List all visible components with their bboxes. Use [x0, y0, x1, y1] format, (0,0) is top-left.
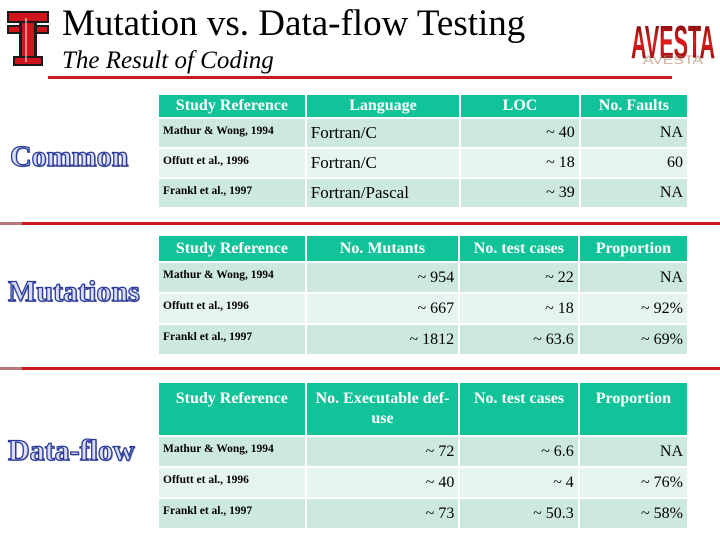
- test-cases-cell: ~ 63.6: [460, 325, 578, 354]
- test-cases-cell: ~ 6.6: [460, 437, 578, 466]
- page-title: Mutation vs. Data-flow Testing: [62, 3, 526, 44]
- study-reference: Frankl et al., 1997: [159, 325, 305, 354]
- study-reference: Frankl et al., 1997: [159, 499, 305, 528]
- test-cases-cell: ~ 4: [460, 468, 578, 497]
- table-header-row: Study Reference No. Executable def-use N…: [159, 383, 687, 435]
- language-cell: Fortran/Pascal: [306, 179, 460, 207]
- table-row: Frankl et al., 1997 ~ 73 ~ 50.3 ~ 58%: [159, 499, 687, 528]
- study-reference: Frankl et al., 1997: [159, 179, 305, 207]
- faults-cell: NA: [580, 179, 687, 207]
- section-label-dataflow: Data-flow: [7, 433, 135, 467]
- column-header: LOC: [461, 95, 579, 117]
- mutants-cell: ~ 1812: [306, 325, 459, 354]
- language-cell: Fortran/C: [306, 119, 460, 147]
- section-label-common: Common: [9, 139, 129, 173]
- table-row: Mathur & Wong, 1994 ~ 954 ~ 22 NA: [159, 263, 687, 292]
- proportion-cell: NA: [579, 263, 687, 292]
- texas-tech-logo: [6, 10, 50, 68]
- column-header: Study Reference: [159, 383, 305, 435]
- mutants-cell: ~ 954: [306, 263, 459, 292]
- table-row: Mathur & Wong, 1994 Fortran/C ~ 40 NA: [159, 119, 687, 147]
- column-header: No. Faults: [580, 95, 687, 117]
- faults-cell: NA: [580, 119, 687, 147]
- def-use-cell: ~ 40: [306, 468, 459, 497]
- test-cases-cell: ~ 18: [460, 294, 578, 323]
- study-reference: Mathur & Wong, 1994: [159, 437, 305, 466]
- study-reference: Mathur & Wong, 1994: [159, 119, 305, 147]
- common-table: Study Reference Language LOC No. Faults …: [157, 93, 689, 209]
- proportion-cell: ~ 69%: [579, 325, 687, 354]
- column-header: No. Executable def-use: [306, 383, 459, 435]
- def-use-cell: ~ 72: [306, 437, 459, 466]
- table-header-row: Study Reference Language LOC No. Faults: [159, 95, 687, 117]
- column-header: No. test cases: [460, 236, 578, 261]
- proportion-cell: NA: [579, 437, 687, 466]
- column-header: Proportion: [579, 236, 687, 261]
- section-label-mutations: Mutations: [7, 274, 140, 308]
- column-header: Study Reference: [159, 236, 305, 261]
- study-reference: Offutt et al., 1996: [159, 149, 305, 177]
- section-divider: [0, 367, 720, 370]
- language-cell: Fortran/C: [306, 149, 460, 177]
- avesta-logo-reflection: AVESTA: [643, 53, 703, 67]
- study-reference: Offutt et al., 1996: [159, 294, 305, 323]
- column-header: Language: [306, 95, 460, 117]
- avesta-logo: AVESTA AVESTA: [628, 8, 718, 70]
- dataflow-table: Study Reference No. Executable def-use N…: [157, 381, 689, 530]
- table-row: Offutt et al., 1996 ~ 667 ~ 18 ~ 92%: [159, 294, 687, 323]
- column-header: Proportion: [579, 383, 687, 435]
- table-header-row: Study Reference No. Mutants No. test cas…: [159, 236, 687, 261]
- proportion-cell: ~ 76%: [579, 468, 687, 497]
- column-header: No. Mutants: [306, 236, 459, 261]
- title-underline: [48, 76, 672, 79]
- loc-cell: ~ 39: [461, 179, 579, 207]
- mutants-cell: ~ 667: [306, 294, 459, 323]
- test-cases-cell: ~ 22: [460, 263, 578, 292]
- loc-cell: ~ 40: [461, 119, 579, 147]
- page-subtitle: The Result of Coding: [62, 47, 274, 74]
- mutations-table: Study Reference No. Mutants No. test cas…: [157, 234, 689, 356]
- column-header: Study Reference: [159, 95, 305, 117]
- table-row: Mathur & Wong, 1994 ~ 72 ~ 6.6 NA: [159, 437, 687, 466]
- loc-cell: ~ 18: [461, 149, 579, 177]
- table-row: Offutt et al., 1996 Fortran/C ~ 18 60: [159, 149, 687, 177]
- study-reference: Offutt et al., 1996: [159, 468, 305, 497]
- proportion-cell: ~ 92%: [579, 294, 687, 323]
- def-use-cell: ~ 73: [306, 499, 459, 528]
- proportion-cell: ~ 58%: [579, 499, 687, 528]
- section-divider: [0, 222, 720, 225]
- faults-cell: 60: [580, 149, 687, 177]
- table-row: Frankl et al., 1997 Fortran/Pascal ~ 39 …: [159, 179, 687, 207]
- study-reference: Mathur & Wong, 1994: [159, 263, 305, 292]
- test-cases-cell: ~ 50.3: [460, 499, 578, 528]
- table-row: Frankl et al., 1997 ~ 1812 ~ 63.6 ~ 69%: [159, 325, 687, 354]
- column-header: No. test cases: [460, 383, 578, 435]
- table-row: Offutt et al., 1996 ~ 40 ~ 4 ~ 76%: [159, 468, 687, 497]
